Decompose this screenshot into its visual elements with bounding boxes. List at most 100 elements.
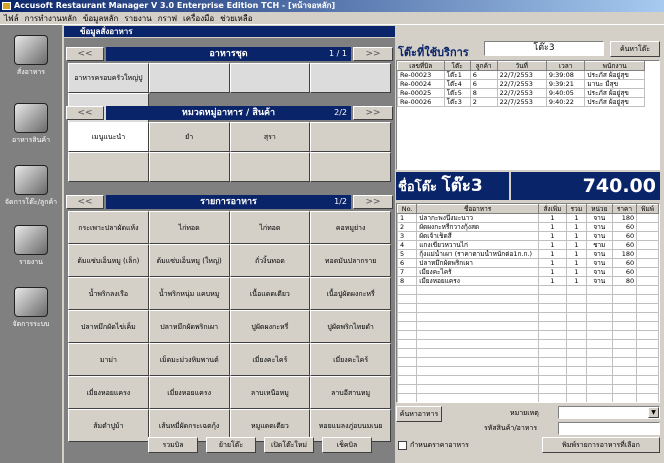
food-item[interactable]: ปลาหมึกผัดไข่เค็ม [68, 310, 149, 343]
set-menu-item[interactable] [310, 63, 391, 93]
bill-cell: 60 [611, 222, 638, 232]
bottom-button-2[interactable]: ย้ายโต๊ะ [206, 437, 256, 453]
menu-item[interactable]: ช่วยเหลือ [220, 14, 252, 23]
bill-cell: 6 [397, 258, 418, 268]
food-item[interactable]: เม็ดมะม่วงหิมพานต์ [148, 343, 230, 376]
set-menu-item[interactable] [229, 63, 311, 93]
food-item[interactable]: เมี่ยงหอยแครง [68, 376, 149, 409]
food-item[interactable]: ส้มตำปูม้า [68, 409, 149, 442]
food-item[interactable]: ลาบอีสานหมู [310, 376, 391, 409]
set-menu-next-button[interactable]: >> [353, 47, 393, 61]
category-item[interactable] [310, 122, 391, 152]
food-item[interactable]: เนื้อแดดเดียว [229, 277, 311, 310]
sidebar-item[interactable]: รายงาน [0, 225, 62, 268]
sidebar-item[interactable]: จัดการโต๊ะ/ลูกค้า [0, 165, 62, 208]
print-selected-button[interactable]: พิมพ์รายการอาหารที่เลือก [542, 437, 660, 453]
category-item[interactable]: เมนูแนะนำ [68, 122, 149, 152]
bill-row[interactable]: 7 เมี่ยงคะไคร้ 1 1 จาน 60 [397, 267, 659, 277]
set-menu-item[interactable]: อาหารครอบครัวใหญ่ปู [68, 63, 149, 93]
empty-cell [416, 393, 539, 402]
empty-cell [585, 384, 613, 394]
food-item[interactable]: เมี่ยงหอยแครง [148, 376, 230, 409]
food-item[interactable]: มาม่า [68, 343, 149, 376]
menu-item[interactable]: ข้อมูลหลัก [83, 14, 118, 23]
bill-row[interactable]: 1 ปลากะพงนึ่งมะนาว 1 1 จาน 180 [397, 213, 659, 223]
table-row[interactable]: Re-00024 โต๊ะ4 6 22/7/2553 9:39:21 มานะ มีสุข [397, 79, 645, 89]
category-prev-button[interactable]: << [66, 106, 104, 120]
search-food-button[interactable]: ค้นหาอาหาร [396, 406, 442, 422]
bottom-button-1[interactable]: รวมบิล [148, 437, 198, 453]
food-item[interactable]: ลาบเหนือหมู [229, 376, 311, 409]
category-item[interactable] [310, 152, 391, 182]
food-item[interactable]: ไก่ทอด [148, 211, 230, 244]
food-next-button[interactable]: >> [353, 195, 393, 209]
food-item[interactable]: เนื้อปูผัดผงกะหรี่ [310, 277, 391, 310]
sidebar-item[interactable]: อาหารสินค้า [0, 103, 62, 146]
food-item[interactable]: ปลาหมึกผัดพริกเผา [148, 310, 230, 343]
service-table: เลขที่บิล โต๊ะ ลูกค้า วันที่ เวลา พนักงาน Re-0… [396, 60, 660, 170]
note-label: หมายเหตุ [510, 409, 539, 417]
bill-row[interactable]: 2 ผัดผงกะหรี่กวางกุ้งสด 1 1 จาน 60 [397, 222, 659, 232]
price-checkbox[interactable] [398, 441, 407, 450]
category-item[interactable] [68, 152, 149, 182]
category-item[interactable]: ยำ [148, 122, 230, 152]
category-next-button[interactable]: >> [353, 106, 393, 120]
bill-cell [636, 231, 659, 241]
table-input[interactable]: โต๊ะ3 [484, 41, 604, 56]
food-item[interactable]: คอหมูย่าง [310, 211, 391, 244]
food-item[interactable]: ปูผัดผงกะหรี่ [229, 310, 311, 343]
food-item[interactable]: ปูผัดพริกไทยดำ [310, 310, 391, 343]
food-item[interactable]: ถั่วงิ้นทอด [229, 244, 311, 277]
empty-cell [636, 357, 659, 367]
empty-cell [397, 348, 418, 358]
menu-item[interactable]: รายงาน [124, 14, 151, 23]
search-table-button[interactable]: ค้นหาโต๊ะ [610, 41, 660, 57]
bill-cell: 1 [565, 249, 587, 259]
category-item[interactable] [229, 152, 311, 182]
empty-cell [397, 321, 418, 331]
bill-row[interactable]: 5 กุ้งแม่น้ำเผา (ราคาตามน้ำหนักต่อ1ก.ก.) 1… [397, 249, 659, 259]
menu-item[interactable]: เครื่องมือ [183, 14, 214, 23]
food-item[interactable]: ไก่ทอด [229, 211, 311, 244]
empty-cell [397, 375, 418, 385]
table-row[interactable]: Re-00023 โต๊ะ1 6 22/7/2553 9:39:08 ประภัส ผ้อ… [397, 70, 645, 80]
menu-item[interactable]: การทำงานหลัก [25, 14, 77, 23]
sidebar-item[interactable]: สั่งอาหาร [0, 35, 62, 78]
food-item[interactable]: ต้มแซ่บเอ็นหมู (เล็ก) [68, 244, 149, 277]
bill-row[interactable]: 3 ผัดเจ้าเช็ดสี 1 1 จาน 60 [397, 231, 659, 241]
empty-cell [537, 375, 567, 385]
menu-item[interactable]: กราฟ [158, 14, 177, 23]
bottom-button-3[interactable]: เปิดโต๊ะใหม่ [264, 437, 314, 453]
food-item[interactable]: ต้มแซ่บเอ็นหมู (ใหญ่) [148, 244, 230, 277]
sidebar-item[interactable]: จัดการระบบ [0, 287, 62, 330]
empty-cell [537, 294, 567, 304]
empty-cell [416, 303, 539, 313]
category-item[interactable] [148, 152, 230, 182]
food-item[interactable]: น้ำพริกลงเรือ [68, 277, 149, 310]
table-cell: โต๊ะ4 [443, 79, 471, 89]
chevron-down-icon[interactable]: ▼ [648, 407, 659, 418]
bill-row[interactable]: 8 เมี่ยงหอยแครง 1 1 จาน 80 [397, 276, 659, 286]
code-input[interactable] [558, 422, 660, 435]
bill-row[interactable]: 4 แกงเขียวหวานไก่ 1 1 ชาม 60 [397, 240, 659, 250]
empty-cell [537, 366, 567, 376]
set-menu-item[interactable] [148, 63, 230, 93]
note-select[interactable]: ▼ [558, 406, 660, 419]
empty-row [397, 384, 659, 394]
table-row[interactable]: Re-00026 โต๊ะ3 2 22/7/2553 9:40:22 ประภัส ผ้อ… [397, 97, 645, 107]
set-menu-prev-button[interactable]: << [66, 47, 104, 61]
food-item[interactable]: ทอดมันปลากราย [310, 244, 391, 277]
food-item[interactable]: เมี่ยงคะไคร้ [229, 343, 311, 376]
service-col-header: วันที่ [496, 61, 547, 71]
table-row[interactable]: Re-00025 โต๊ะ5 8 22/7/2553 9:40:05 ประภัส ผ้อ… [397, 88, 645, 98]
bottom-button-4[interactable]: เช็คบิล [322, 437, 372, 453]
food-item[interactable]: เมี่ยงคะไคร้ [310, 343, 391, 376]
category-item[interactable]: สุรา [229, 122, 311, 152]
food-prev-button[interactable]: << [66, 195, 104, 209]
empty-cell [397, 339, 418, 349]
menu-item[interactable]: ไฟล์ [4, 14, 19, 23]
bill-row[interactable]: 6 ปลาหมึกผัดพริกเผา 1 1 จาน 60 [397, 258, 659, 268]
food-item[interactable]: น้ำพริกหนุ่ม แคบหมู [148, 277, 230, 310]
sidebar-item-label: จัดการระบบ [12, 320, 50, 328]
food-item[interactable]: กระเพาะปลาผัดแห้ง [68, 211, 149, 244]
